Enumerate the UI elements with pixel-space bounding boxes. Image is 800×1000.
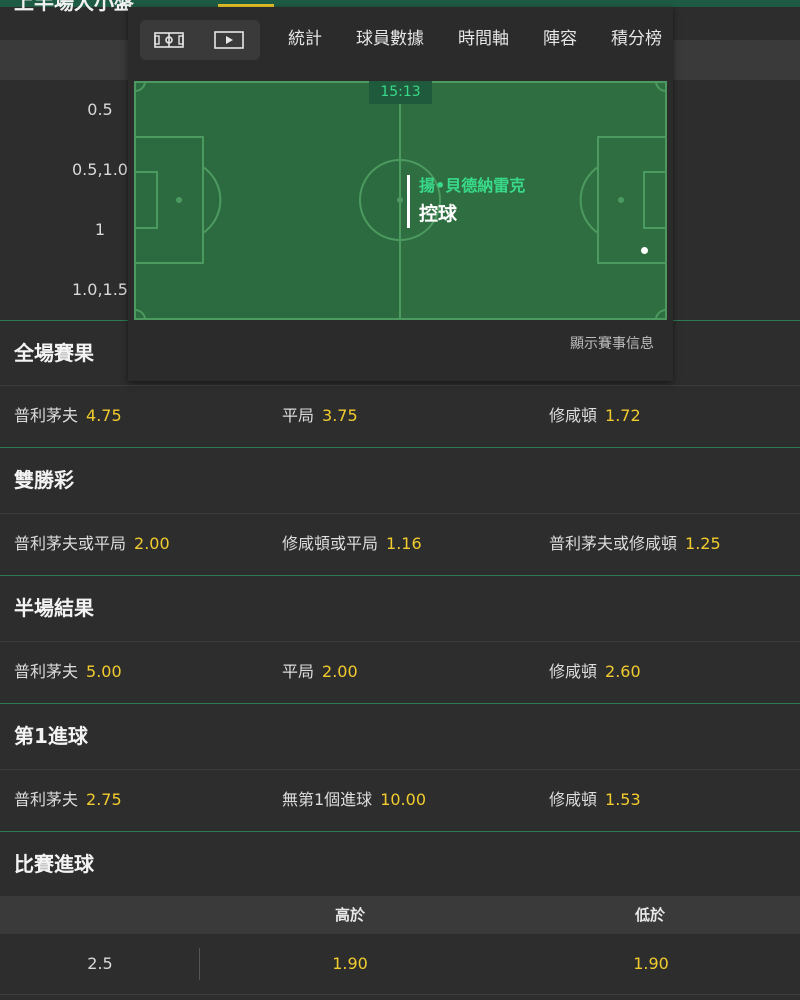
selection-odd: 2.60: [605, 662, 641, 681]
selection-name: 平局: [282, 662, 315, 681]
pitch-view-icon[interactable]: [147, 26, 191, 54]
section-title-half-time-totals: 上半場大小盤: [14, 0, 134, 14]
goal-line: 2.5: [87, 954, 113, 973]
market-title-half-time: 半場結果: [0, 575, 800, 639]
event-label: 控球: [419, 203, 458, 225]
selection-odd: 1.72: [605, 406, 641, 425]
tab-lineups[interactable]: 陣容: [543, 21, 577, 57]
selection-name: 平局: [282, 406, 315, 425]
selection-name: 修咸頓: [549, 790, 598, 809]
selection-name: 修咸頓: [549, 662, 598, 681]
odds-button-away[interactable]: 修咸頓 2.60: [549, 642, 641, 702]
selection-odd: 10.00: [380, 790, 426, 809]
table-row: 2.5 1.90 1.90: [0, 934, 800, 995]
ball-icon: [641, 247, 648, 254]
selection-name: 普利茅夫或平局: [14, 534, 127, 553]
tab-stats[interactable]: 統計: [288, 21, 322, 57]
play-video-icon[interactable]: [207, 26, 251, 54]
selection-name: 無第1個進球: [282, 790, 373, 809]
selection-name: 普利茅夫: [14, 790, 79, 809]
odds-button-home[interactable]: 普利茅夫 2.75: [14, 770, 122, 830]
odds-button-away-or-draw[interactable]: 修咸頓或平局 1.16: [282, 514, 422, 574]
odds-button-away[interactable]: 修咸頓 1.72: [549, 386, 641, 446]
over-column-label: 高於: [335, 906, 366, 924]
tab-standings[interactable]: 積分榜: [611, 21, 662, 57]
market-row-double-chance: 普利茅夫或平局 2.00 修咸頓或平局 1.16 普利茅夫或修咸頓 1.25: [0, 513, 800, 574]
odds-button-draw[interactable]: 平局 3.75: [282, 386, 358, 446]
selection-name: 修咸頓或平局: [282, 534, 379, 553]
market-row-first-goal: 普利茅夫 2.75 無第1個進球 10.00 修咸頓 1.53: [0, 769, 800, 830]
selection-name: 修咸頓: [549, 406, 598, 425]
match-goals-header: 高於 低於: [0, 896, 800, 934]
selection-name: 普利茅夫: [14, 406, 79, 425]
market-row-half-time: 普利茅夫 5.00 平局 2.00 修咸頓 2.60: [0, 641, 800, 702]
selection-name: 普利茅夫: [14, 662, 79, 681]
odds-button-home[interactable]: 普利茅夫 5.00: [14, 642, 122, 702]
selection-odd: 1.25: [685, 534, 721, 553]
market-title-double-chance: 雙勝彩: [0, 447, 800, 511]
selection-odd: 4.75: [86, 406, 122, 425]
odds-button-draw[interactable]: 平局 2.00: [282, 642, 358, 702]
tab-player-stats[interactable]: 球員數據: [356, 21, 424, 57]
odds-button-home[interactable]: 普利茅夫 4.75: [14, 386, 122, 446]
odds-button-over[interactable]: 1.90: [250, 934, 450, 994]
tab-timeline[interactable]: 時間軸: [458, 21, 509, 57]
selection-odd: 5.00: [86, 662, 122, 681]
odds-button-home-or-draw[interactable]: 普利茅夫或平局 2.00: [14, 514, 170, 574]
selection-odd: 2.00: [322, 662, 358, 681]
selection-odd: 3.75: [322, 406, 358, 425]
selection-odd: 2.75: [86, 790, 122, 809]
under-column-label: 低於: [635, 906, 666, 924]
live-match-widget: 統計 球員數據 時間軸 陣容 積分榜 15:13 揚•貝德納雷克 控球 顯示賽事…: [128, 7, 673, 381]
market-row-full-time: 普利茅夫 4.75 平局 3.75 修咸頓 1.72: [0, 385, 800, 446]
selection-name: 普利茅夫或修咸頓: [549, 534, 678, 553]
odds-button-no-goal[interactable]: 無第1個進球 10.00: [282, 770, 426, 830]
event-marker: [407, 175, 410, 228]
view-toggle: [140, 20, 260, 60]
column-divider: [199, 948, 200, 980]
selection-odd: 1.53: [605, 790, 641, 809]
selection-odd: 1.16: [386, 534, 422, 553]
odds-button-home-or-away[interactable]: 普利茅夫或修咸頓 1.25: [549, 514, 721, 574]
odds-button-under[interactable]: 1.90: [551, 934, 751, 994]
match-clock: 15:13: [369, 81, 432, 104]
market-title-match-goals: 比賽進球: [0, 831, 800, 895]
selection-odd: 2.00: [134, 534, 170, 553]
show-match-info-link[interactable]: 顯示賽事信息: [570, 333, 654, 353]
team-name: 揚•貝德納雷克: [419, 176, 526, 195]
market-title-first-goal: 第1進球: [0, 703, 800, 767]
odds-button-away[interactable]: 修咸頓 1.53: [549, 770, 641, 830]
pitch-graphic: [134, 81, 667, 320]
